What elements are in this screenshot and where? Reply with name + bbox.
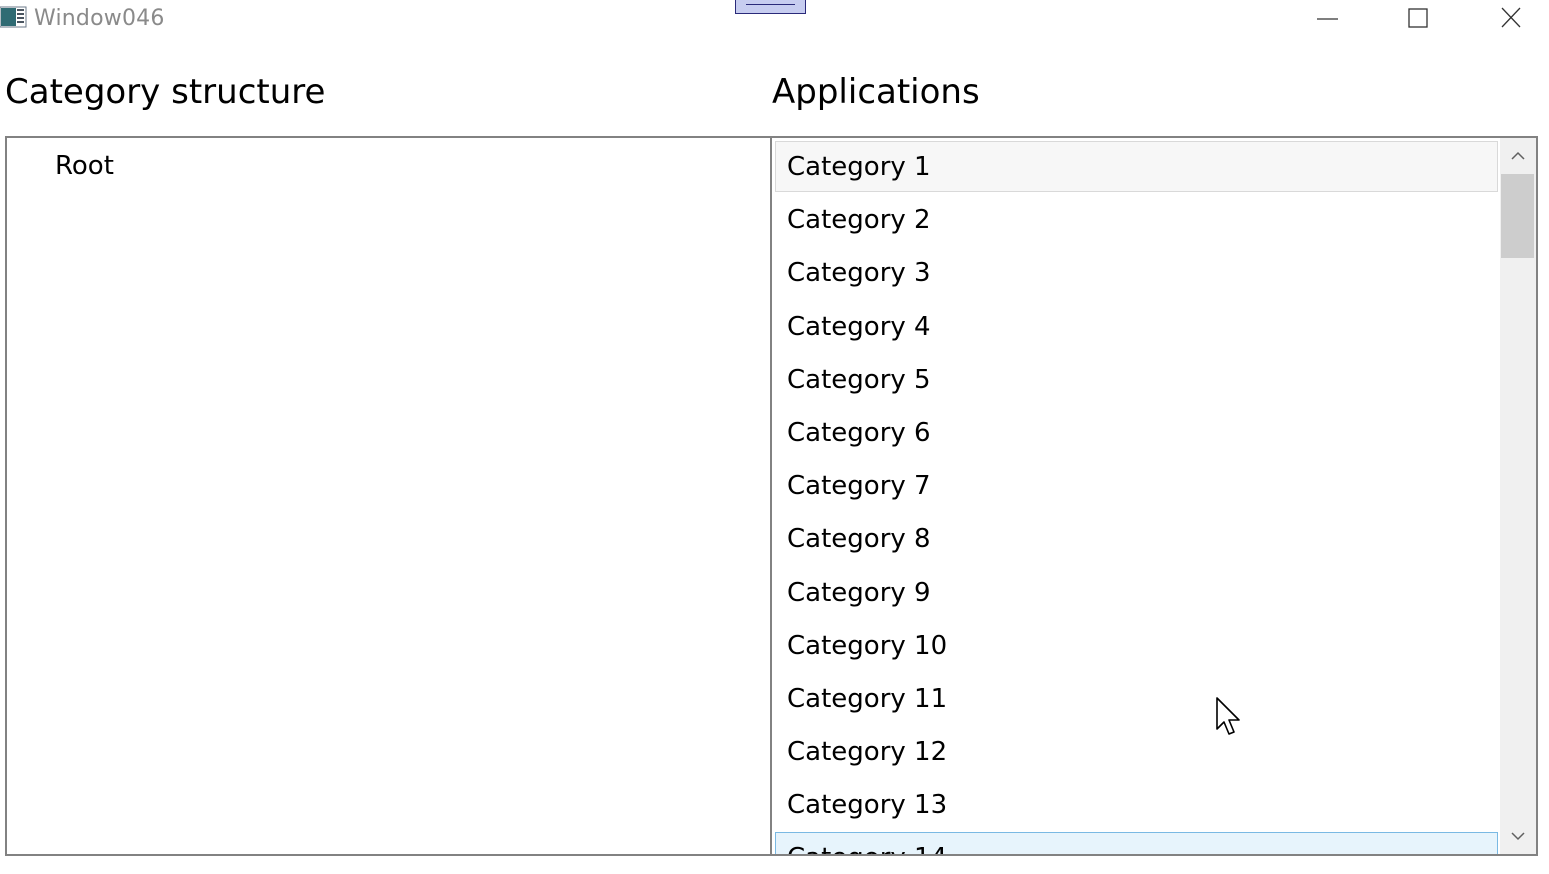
list-item[interactable]: Category 7 [775,460,1498,511]
maximize-button[interactable] [1395,0,1441,38]
minimize-button[interactable] [1304,0,1350,38]
list-item[interactable]: Category 9 [775,567,1498,618]
list-item[interactable]: Category 4 [775,301,1498,352]
list-item[interactable]: Category 1 [775,141,1498,193]
close-icon [1501,7,1521,28]
maximize-icon [1408,8,1428,28]
tree-item-root[interactable]: Root [55,151,114,181]
scroll-down-button[interactable] [1500,818,1536,854]
category-tree[interactable]: Root [5,136,771,856]
list-item[interactable]: Category 11 [775,673,1498,724]
list-item[interactable]: Category 8 [775,513,1498,564]
list-item[interactable]: Category 13 [775,779,1498,830]
list-item[interactable]: Category 2 [775,194,1498,245]
category-structure-heading: Category structure [5,72,326,112]
applications-list[interactable]: Category 1 Category 2 Category 3 Category 4… [770,136,1538,856]
list-item[interactable]: Category 14 [775,832,1498,854]
chevron-down-icon [1511,832,1525,841]
scroll-thumb[interactable] [1501,174,1534,258]
list-item[interactable]: Category 3 [775,247,1498,298]
title-bar[interactable]: Window046 [0,0,1549,40]
minimize-icon [1317,18,1338,20]
close-button[interactable] [1488,0,1534,38]
list-item[interactable]: Category 6 [775,407,1498,458]
list-item[interactable]: Category 10 [775,620,1498,671]
list-item[interactable]: Category 5 [775,354,1498,405]
list-items: Category 1 Category 2 Category 3 Category 4… [775,141,1498,854]
applications-heading: Applications [772,72,980,112]
window-title: Window046 [34,6,165,31]
vertical-scrollbar[interactable] [1500,138,1536,854]
mouse-cursor-icon [1216,697,1240,735]
list-item[interactable]: Category 12 [775,726,1498,777]
chevron-up-icon [1511,151,1525,160]
app-window-icon [0,6,27,28]
scroll-up-button[interactable] [1500,138,1536,174]
drag-handle[interactable] [735,0,806,14]
